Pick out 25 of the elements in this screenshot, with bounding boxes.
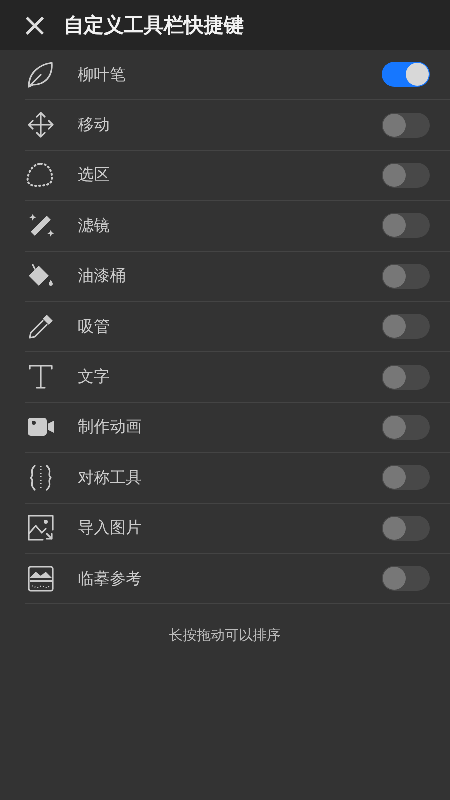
toggle-switch[interactable] xyxy=(382,516,430,541)
toggle-switch[interactable] xyxy=(382,414,430,440)
tool-label: 移动 xyxy=(78,114,111,136)
toggle-switch[interactable] xyxy=(382,264,430,289)
toggle-switch[interactable] xyxy=(382,314,430,340)
close-button[interactable]: × xyxy=(22,9,48,41)
tool-label: 滤镜 xyxy=(78,214,111,237)
tool-label: 选区 xyxy=(78,164,111,186)
page-title: 自定义工具栏快捷键 xyxy=(64,12,244,39)
toggle-switch[interactable] xyxy=(382,465,430,490)
tool-label: 油漆桶 xyxy=(78,265,127,288)
tool-label: 导入图片 xyxy=(78,517,143,540)
hint-text: 长按拖动可以排序 xyxy=(169,627,281,646)
toggle-switch[interactable] xyxy=(382,364,430,390)
tool-label: 柳叶笔 xyxy=(78,64,127,86)
toggle-switch[interactable] xyxy=(382,62,430,88)
toggle-switch[interactable] xyxy=(382,112,430,138)
toggle-switch[interactable] xyxy=(382,162,430,188)
tool-label: 对称工具 xyxy=(78,466,143,489)
tool-label: 文字 xyxy=(78,366,111,388)
tool-label: 吸管 xyxy=(78,316,111,338)
tool-label: 临摹参考 xyxy=(78,568,143,590)
toggle-switch[interactable] xyxy=(382,566,430,592)
toggle-switch[interactable] xyxy=(382,213,430,238)
tool-label: 制作动画 xyxy=(78,416,143,438)
